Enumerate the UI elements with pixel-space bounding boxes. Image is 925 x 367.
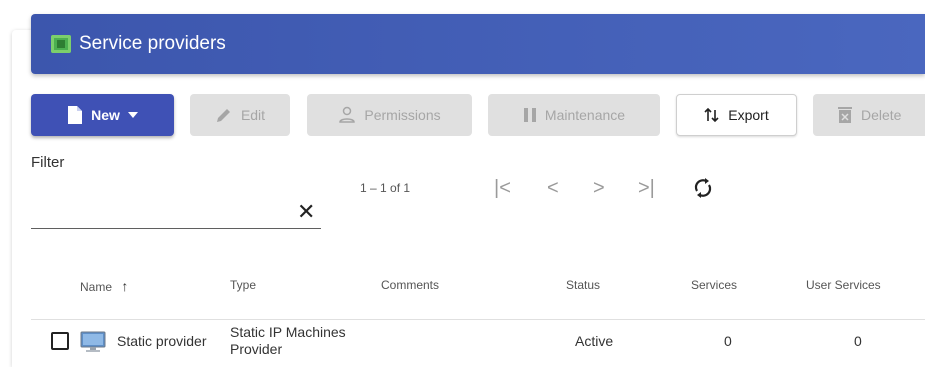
new-button[interactable]: New <box>31 94 174 136</box>
filter-input[interactable] <box>31 198 290 226</box>
edit-button[interactable]: Edit <box>190 94 290 136</box>
delete-button[interactable]: Delete <box>813 94 925 136</box>
sort-arrow-up-icon: ↑ <box>121 278 129 294</box>
monitor-icon <box>80 331 106 352</box>
filter-label: Filter <box>31 154 65 171</box>
prev-page-icon[interactable]: < <box>547 177 559 200</box>
export-icon <box>704 107 719 123</box>
column-header-status[interactable]: Status <box>566 278 600 292</box>
dropdown-arrow-icon <box>127 112 138 118</box>
pause-icon <box>523 108 536 122</box>
trash-icon <box>838 107 852 123</box>
new-document-icon <box>68 106 83 124</box>
row-checkbox[interactable] <box>51 332 69 350</box>
provider-icon <box>51 35 71 53</box>
row-status: Active <box>575 333 614 349</box>
row-name[interactable]: Static provider <box>117 333 206 349</box>
column-header-type[interactable]: Type <box>230 278 256 292</box>
page-title: Service providers <box>79 33 226 54</box>
permissions-button[interactable]: Permissions <box>307 94 472 136</box>
column-header-comments[interactable]: Comments <box>381 278 439 292</box>
filter-underline <box>31 228 321 229</box>
row-type: Static IP Machines Provider <box>230 324 346 357</box>
row-services: 0 <box>724 333 732 349</box>
export-button[interactable]: Export <box>676 94 797 136</box>
column-header-services[interactable]: Services <box>691 278 737 292</box>
pencil-icon <box>216 109 230 122</box>
next-page-icon[interactable]: > <box>593 177 605 200</box>
first-page-icon[interactable]: |< <box>494 177 511 200</box>
person-icon <box>339 106 356 123</box>
refresh-icon[interactable] <box>692 176 714 206</box>
column-header-user-services[interactable]: User Services <box>806 278 881 292</box>
pagination-range: 1 – 1 of 1 <box>360 181 411 195</box>
last-page-icon[interactable]: >| <box>638 177 655 200</box>
close-icon[interactable]: ✕ <box>297 199 315 225</box>
row-user-services: 0 <box>854 333 862 349</box>
column-header-name[interactable]: Name ↑ <box>80 278 128 294</box>
table-header-divider <box>31 319 925 320</box>
maintenance-button[interactable]: Maintenance <box>488 94 660 136</box>
page-header: Service providers <box>31 14 925 74</box>
